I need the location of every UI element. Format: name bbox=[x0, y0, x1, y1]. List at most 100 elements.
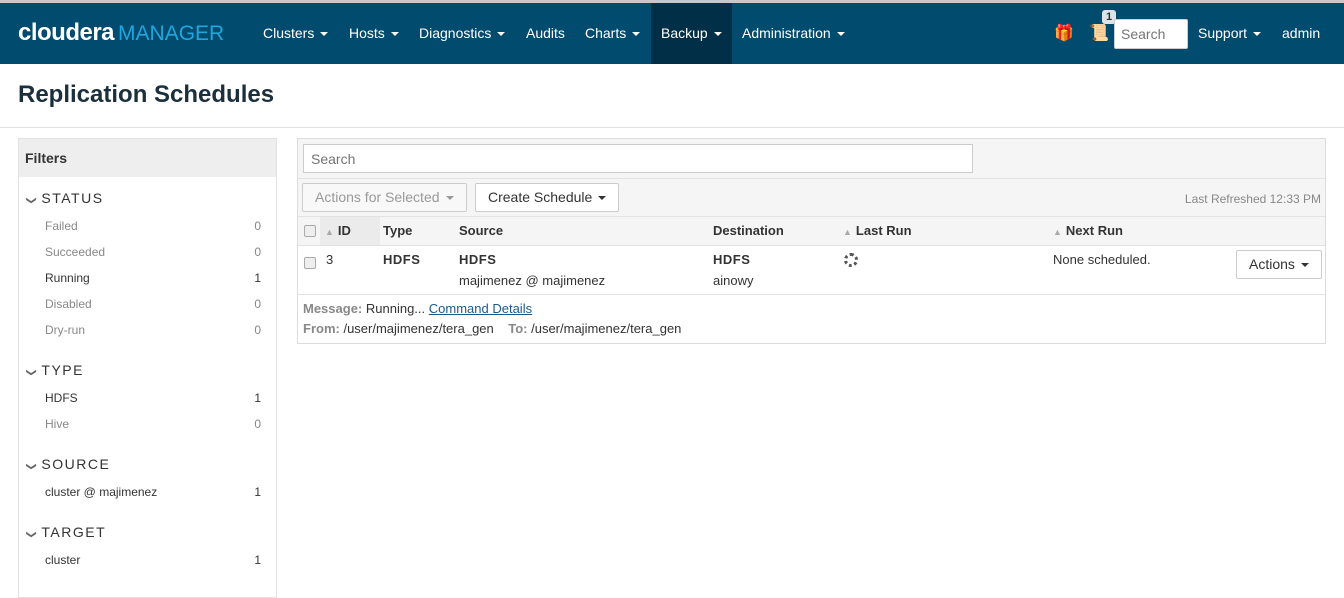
filter-group-source[interactable]: ❯ SOURCE bbox=[26, 456, 111, 472]
chevron-down-icon: ❯ bbox=[25, 530, 37, 539]
filter-item[interactable]: Failed 0 bbox=[45, 219, 261, 233]
divider bbox=[0, 127, 1344, 128]
nav-backup[interactable]: Backup bbox=[651, 3, 732, 64]
filters-title: Filters bbox=[19, 139, 276, 177]
caret-down-icon bbox=[632, 32, 641, 37]
from-path: /user/majimenez/tera_gen bbox=[343, 321, 494, 336]
row-source: HDFS bbox=[459, 252, 497, 267]
group-label: TARGET bbox=[41, 524, 107, 540]
row-checkbox[interactable] bbox=[304, 257, 316, 269]
caret-down-icon bbox=[390, 32, 399, 37]
caret-down-icon bbox=[445, 196, 454, 201]
filter-label: Failed bbox=[45, 219, 78, 233]
sort-asc-icon: ▲ bbox=[325, 227, 334, 237]
schedules-panel: Actions for Selected Create Schedule Las… bbox=[297, 138, 1326, 344]
filter-label: Running bbox=[45, 271, 90, 285]
nav-administration[interactable]: Administration bbox=[732, 3, 855, 64]
filter-item[interactable]: Hive 0 bbox=[45, 417, 261, 431]
filter-group-status[interactable]: ❯ STATUS bbox=[26, 190, 104, 206]
last-refreshed: Last Refreshed 12:33 PM bbox=[1184, 192, 1321, 206]
column-label: Next Run bbox=[1065, 223, 1123, 238]
logo-subtext: MANAGER bbox=[118, 22, 225, 45]
row-actions-button[interactable]: Actions bbox=[1236, 250, 1322, 279]
column-next-run[interactable]: ▲ Next Run bbox=[1053, 223, 1123, 238]
row-source-detail: majimenez @ majimenez bbox=[459, 273, 606, 288]
nav-label: admin bbox=[1282, 25, 1321, 41]
actions-for-selected-button[interactable]: Actions for Selected bbox=[302, 183, 467, 212]
message-label: Message: bbox=[303, 301, 363, 316]
top-navbar: cloudera MANAGER Clusters Hosts Diagnosti… bbox=[0, 3, 1344, 98]
from-label: From: bbox=[303, 321, 340, 336]
column-id[interactable]: ▲ ID bbox=[325, 223, 351, 238]
sort-icon: ▲ bbox=[1053, 227, 1062, 237]
filter-label: Succeeded bbox=[45, 245, 106, 259]
row-paths: From: /user/majimenez/tera_gen To: /user… bbox=[303, 321, 681, 336]
caret-down-icon bbox=[497, 32, 506, 37]
filter-item[interactable]: HDFS 1 bbox=[45, 391, 261, 405]
nav-label: Charts bbox=[585, 25, 627, 41]
nav-support[interactable]: Support bbox=[1188, 3, 1271, 64]
filter-count: 0 bbox=[254, 417, 261, 431]
toolbar: Actions for Selected Create Schedule Las… bbox=[298, 179, 1325, 217]
gift-icon[interactable]: 🎁 bbox=[1054, 23, 1074, 43]
select-all-checkbox[interactable] bbox=[304, 225, 316, 237]
filter-group-type[interactable]: ❯ TYPE bbox=[25, 362, 84, 378]
row-id: 3 bbox=[326, 252, 334, 267]
filter-count: 1 bbox=[254, 391, 261, 405]
filter-label: Dry-run bbox=[45, 323, 86, 337]
filter-label: HDFS bbox=[45, 391, 78, 405]
filter-label: cluster @ majimenez bbox=[45, 485, 158, 499]
nav-label: Administration bbox=[742, 25, 831, 41]
group-label: STATUS bbox=[41, 190, 104, 206]
nav-diagnostics[interactable]: Diagnostics bbox=[409, 3, 515, 64]
column-source: Source bbox=[459, 223, 504, 238]
filter-count: 0 bbox=[254, 323, 261, 337]
caret-down-icon bbox=[1288, 93, 1296, 98]
caret-down-icon bbox=[1300, 263, 1309, 268]
nav-label: Diagnostics bbox=[419, 25, 492, 41]
search-row bbox=[298, 139, 1325, 179]
filter-label: Disabled bbox=[45, 297, 92, 311]
nav-hosts[interactable]: Hosts bbox=[339, 3, 409, 64]
filter-count: 0 bbox=[254, 245, 261, 259]
filter-item[interactable]: Dry-run 0 bbox=[45, 323, 261, 337]
caret-down-icon bbox=[713, 32, 722, 37]
row-next-run: None scheduled. bbox=[1053, 252, 1151, 267]
nav-user-menu[interactable]: admin bbox=[1272, 3, 1344, 98]
column-label: Last Run bbox=[855, 223, 912, 238]
create-schedule-button[interactable]: Create Schedule bbox=[475, 183, 620, 212]
running-commands-icon[interactable]: 📜 bbox=[1089, 23, 1109, 43]
column-last-run[interactable]: ▲ Last Run bbox=[843, 223, 912, 238]
filter-count: 0 bbox=[254, 297, 261, 311]
caret-down-icon bbox=[836, 32, 845, 37]
filter-count: 0 bbox=[254, 219, 261, 233]
sort-icon: ▲ bbox=[843, 227, 852, 237]
nav-audits[interactable]: Audits bbox=[516, 3, 575, 64]
command-details-link[interactable]: Command Details bbox=[429, 301, 532, 316]
nav-clusters[interactable]: Clusters bbox=[253, 3, 338, 64]
loading-spinner-icon bbox=[844, 253, 858, 267]
nav-charts[interactable]: Charts bbox=[575, 3, 650, 64]
filter-item[interactable]: cluster 1 bbox=[45, 553, 261, 567]
row-type: HDFS bbox=[383, 252, 421, 267]
button-label: Create Schedule bbox=[488, 189, 593, 205]
schedule-search-input[interactable] bbox=[303, 144, 973, 173]
filter-item[interactable]: Disabled 0 bbox=[45, 297, 261, 311]
button-label: Actions for Selected bbox=[315, 189, 440, 205]
row-destination-detail: ainowy bbox=[713, 273, 754, 288]
group-label: SOURCE bbox=[41, 456, 111, 472]
filter-count: 1 bbox=[254, 485, 261, 499]
table-row: 3 HDFS HDFS majimenez @ majimenez HDFS a… bbox=[298, 246, 1325, 295]
filter-count: 1 bbox=[254, 271, 261, 285]
filter-item[interactable]: cluster @ majimenez 1 bbox=[45, 485, 261, 499]
chevron-down-icon: ❯ bbox=[25, 368, 37, 377]
filter-group-target[interactable]: ❯ TARGET bbox=[25, 524, 107, 540]
table-header: ▲ ID Type Source Destination ▲ Last Run ▲ N… bbox=[298, 217, 1325, 246]
filter-item[interactable]: Running 1 bbox=[45, 271, 261, 285]
filter-count: 1 bbox=[254, 553, 261, 567]
filter-item[interactable]: Succeeded 0 bbox=[45, 245, 261, 259]
global-search-input[interactable] bbox=[1114, 19, 1188, 49]
row-destination: HDFS bbox=[713, 252, 751, 267]
cloudera-manager-logo[interactable]: cloudera MANAGER bbox=[18, 19, 224, 47]
filter-label: Hive bbox=[45, 417, 70, 431]
